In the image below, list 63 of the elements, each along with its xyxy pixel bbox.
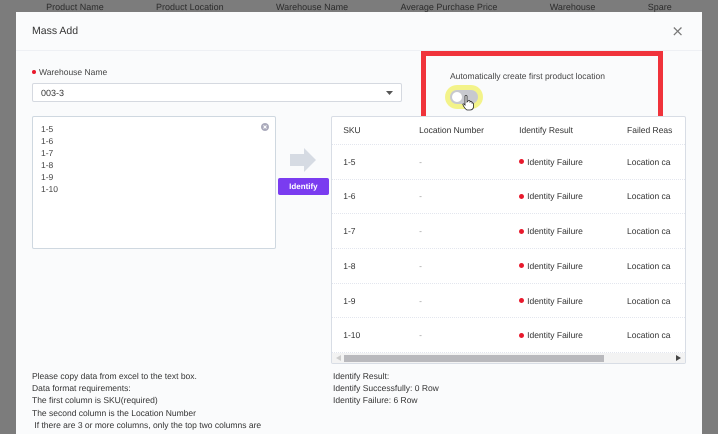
scroll-left-icon[interactable]: [336, 355, 342, 362]
table-cell-text: Location ca: [627, 156, 672, 167]
caret-icon: [386, 90, 393, 94]
table-cell-text: Location ca: [627, 260, 672, 271]
column-header: SKU: [343, 125, 362, 136]
table-cell-text: 1-5: [343, 156, 357, 167]
instruction-text: Data format requirements:: [32, 382, 132, 394]
status-text: Identity Failure: [527, 191, 583, 202]
arrow-icon: [288, 146, 318, 174]
table-cell-text: Location ca: [627, 191, 672, 202]
toggle-switch[interactable]: [450, 90, 478, 104]
table-cell-text: Location ca: [627, 226, 672, 236]
table-cell-text: Location ca: [627, 296, 672, 306]
scroll-right-icon[interactable]: [676, 355, 681, 362]
table-cell-text: 1-8: [343, 260, 357, 271]
table-cell-text: 1-9: [343, 296, 357, 306]
column-header: Product Name: [46, 3, 104, 12]
column-header: Location Number: [419, 125, 485, 136]
text-line: 1-5: [41, 123, 54, 135]
table-cell-text: -: [419, 191, 424, 202]
column-header: Identify Result: [519, 125, 574, 136]
text-line: 1-7: [41, 147, 54, 159]
column-header: Warehouse Name: [276, 3, 348, 12]
column-header: Average Purchase Price: [400, 3, 498, 12]
summary-text: Identity Failure: 6 Row: [333, 394, 419, 407]
table-cell-text: 1-10: [343, 330, 362, 340]
status-text: Identity Failure: [527, 156, 583, 167]
identify-button[interactable]: Identify: [278, 178, 329, 195]
table-cell-text: 1-6: [343, 191, 357, 202]
warehouse-select[interactable]: 003-3: [32, 83, 402, 102]
summary-text: Identify Successfully: 0 Row: [333, 382, 440, 394]
column-header: Spare: [648, 3, 672, 12]
text-area[interactable]: 1-5 1-6 1-7 1-8 1-9 1-10: [32, 116, 276, 249]
table-cell-text: 1-7: [343, 226, 357, 236]
clear-icon[interactable]: [260, 123, 269, 131]
table-cell-text: -: [419, 156, 424, 167]
close-button[interactable]: ×: [669, 24, 686, 38]
summary-text: Identify Result:: [333, 370, 390, 382]
table-cell-text: Location ca: [627, 330, 672, 340]
text-line: 1-10: [41, 183, 58, 195]
dialog-title: Mass Add: [32, 25, 78, 37]
instruction-text: The second column is the Location Number: [32, 406, 197, 419]
toggle-label: Automatically create first product location: [450, 71, 605, 81]
instruction-text: Please copy data from excel to the text box.: [32, 370, 198, 382]
text-line: 1-6: [41, 135, 54, 147]
table-cell-text: -: [419, 296, 424, 306]
status-text: Identity Failure: [527, 330, 583, 340]
status-text: Identity Failure: [527, 296, 583, 306]
field-label: Warehouse Name: [39, 67, 108, 77]
column-header: Failed Reas: [627, 125, 674, 136]
table-cell-text: -: [419, 260, 424, 271]
status-text: Identity Failure: [527, 260, 583, 271]
text-line: 1-8: [41, 159, 54, 171]
instruction-text: If there are 3 or more columns, only the top two columns are: [33, 418, 262, 432]
table-cell-text: -: [419, 226, 424, 236]
status-text: Identity Failure: [527, 226, 583, 236]
column-header: Warehouse: [550, 3, 596, 12]
scrollbar-thumb[interactable]: [344, 354, 604, 362]
column-header: Product Location: [156, 3, 224, 12]
text-line: 1-9: [41, 171, 54, 183]
instruction-text: The first column is SKU(required): [32, 394, 159, 407]
hand-cursor-icon: [462, 95, 474, 111]
table-cell-text: -: [419, 330, 424, 340]
